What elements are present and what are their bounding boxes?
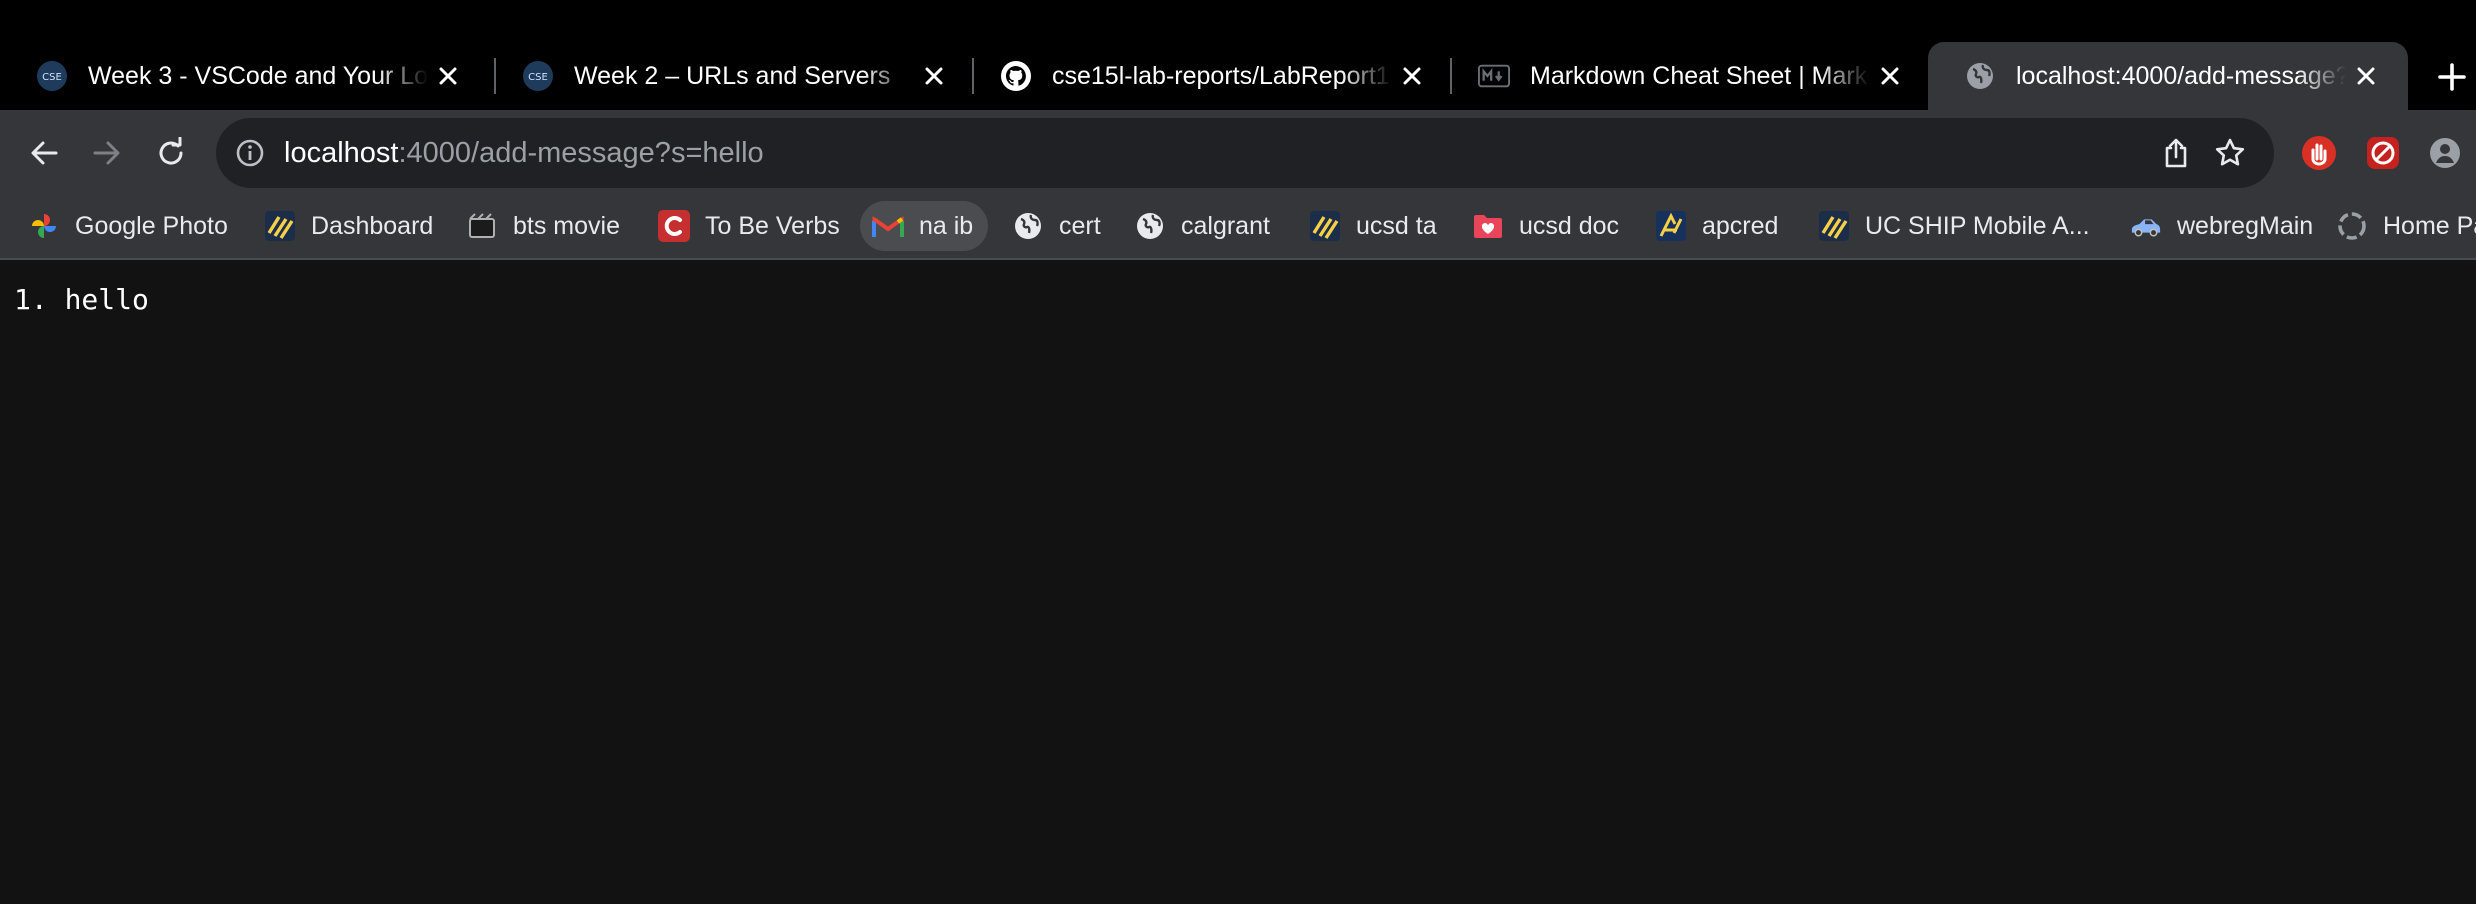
- bookmark-to-be-verbs[interactable]: To Be Verbs: [646, 201, 846, 251]
- bookmark-label: cert: [1059, 212, 1101, 240]
- close-icon[interactable]: [1398, 62, 1426, 90]
- bookmark-ucsd-doc[interactable]: ucsd doc: [1460, 201, 1640, 251]
- c-icon: [658, 210, 690, 242]
- bookmark-na-ib[interactable]: na ib: [860, 201, 988, 251]
- forward-button[interactable]: [84, 130, 130, 176]
- tab-github[interactable]: cse15l-lab-reports/LabReport1: [964, 42, 1454, 110]
- bookmark-label: calgrant: [1181, 212, 1270, 240]
- bookmark-label: ucsd doc: [1519, 212, 1620, 240]
- gmail-icon: [872, 210, 904, 242]
- cse-icon: CSE: [522, 60, 554, 92]
- bookmark-cert[interactable]: cert: [1000, 201, 1120, 251]
- close-icon[interactable]: [434, 62, 462, 90]
- bookmark-label: Home Pa: [2383, 212, 2476, 240]
- bookmark-label: ucsd ta: [1356, 212, 1437, 240]
- bookmark-bts-movie[interactable]: bts movie: [454, 201, 634, 251]
- url-host: localhost: [284, 137, 399, 169]
- adblock-hand-icon[interactable]: [2299, 133, 2339, 173]
- canvas-stripes-icon: [264, 210, 296, 242]
- cse-icon: CSE: [36, 60, 68, 92]
- bookmark-label: Dashboard: [311, 212, 434, 240]
- bookmark-label: webregMain: [2177, 212, 2314, 240]
- bookmark-label: bts movie: [513, 212, 620, 240]
- film-icon: [466, 210, 498, 242]
- bookmark-label: To Be Verbs: [705, 212, 840, 240]
- bookmark-calgrant[interactable]: calgrant: [1122, 201, 1282, 251]
- tab-title: localhost:4000/add-message?s=hello: [2016, 62, 2346, 90]
- plus-icon: [2438, 63, 2466, 91]
- bookmark-label: Google Photo: [75, 212, 228, 240]
- markdown-icon: [1478, 60, 1510, 92]
- tab-title: cse15l-lab-reports/LabReport1: [1052, 62, 1390, 90]
- bookmarks-bar: Google Photo Dashboard bts movie To Be V…: [0, 196, 2476, 260]
- spinner-icon: [2336, 210, 2368, 242]
- share-icon[interactable]: [2158, 135, 2194, 171]
- tab-title: Week 3 - VSCode and Your Local Environme…: [88, 62, 428, 90]
- bookmark-dashboard[interactable]: Dashboard: [252, 201, 442, 251]
- tab-title: Week 2 – URLs and Servers: [574, 62, 891, 90]
- globe-icon: [1134, 210, 1166, 242]
- bookmark-home-page[interactable]: Home Pa: [2324, 201, 2476, 251]
- github-icon: [1000, 60, 1032, 92]
- bookmark-label: apcred: [1702, 212, 1779, 240]
- bookmark-star-icon[interactable]: [2212, 135, 2248, 171]
- back-button[interactable]: [21, 130, 67, 176]
- folder-heart-icon: [1472, 210, 1504, 242]
- bookmark-webregmain[interactable]: webregMain: [2118, 201, 2318, 251]
- bookmark-google-photo[interactable]: Google Photo: [16, 201, 241, 251]
- page-content: 1. hello: [0, 260, 2476, 904]
- reload-icon: [159, 137, 183, 165]
- message-list-item: 1. hello: [14, 283, 149, 316]
- tab-week2[interactable]: CSE Week 2 – URLs and Servers: [486, 42, 976, 110]
- new-tab-button[interactable]: [2432, 57, 2472, 97]
- globe-icon: [1012, 210, 1044, 242]
- tab-title: Markdown Cheat Sheet | Markdown Guide: [1530, 62, 1870, 90]
- apcred-icon: [1655, 210, 1687, 242]
- browser-toolbar: localhost:4000/add-message?s=hello: [0, 110, 2476, 196]
- arrow-left-icon: [31, 141, 58, 165]
- url-path: :4000/add-message?s=hello: [398, 137, 764, 169]
- car-icon: [2130, 210, 2162, 242]
- extension-icon[interactable]: [2425, 133, 2465, 173]
- address-bar[interactable]: localhost:4000/add-message?s=hello: [216, 118, 2274, 188]
- site-info-icon[interactable]: [234, 137, 266, 169]
- url-text[interactable]: localhost:4000/add-message?s=hello: [284, 118, 764, 188]
- bookmark-label: na ib: [919, 212, 974, 240]
- bookmark-ucsd-ta[interactable]: ucsd ta: [1297, 201, 1447, 251]
- reload-button[interactable]: [148, 130, 194, 176]
- tab-strip: CSE Week 3 - VSCode and Your Local Envir…: [0, 0, 2476, 110]
- google-photos-icon: [28, 210, 60, 242]
- close-icon[interactable]: [1876, 62, 1904, 90]
- canvas-stripes-icon: [1309, 210, 1341, 242]
- ublock-icon[interactable]: [2363, 133, 2403, 173]
- globe-icon: [1964, 60, 1996, 92]
- bookmark-apcred[interactable]: apcred: [1643, 201, 1793, 251]
- close-icon[interactable]: [920, 62, 948, 90]
- tab-week3[interactable]: CSE Week 3 - VSCode and Your Local Envir…: [0, 42, 490, 110]
- bookmark-label: UC SHIP Mobile A...: [1865, 212, 2090, 240]
- tab-localhost-active[interactable]: localhost:4000/add-message?s=hello: [1928, 42, 2408, 110]
- svg-text:CSE: CSE: [42, 72, 62, 83]
- arrow-right-icon: [93, 141, 120, 165]
- bookmark-uc-ship[interactable]: UC SHIP Mobile A...: [1806, 201, 2106, 251]
- svg-text:CSE: CSE: [528, 72, 548, 83]
- canvas-stripes-icon: [1818, 210, 1850, 242]
- tab-markdown[interactable]: Markdown Cheat Sheet | Markdown Guide: [1442, 42, 1932, 110]
- close-icon[interactable]: [2352, 62, 2380, 90]
